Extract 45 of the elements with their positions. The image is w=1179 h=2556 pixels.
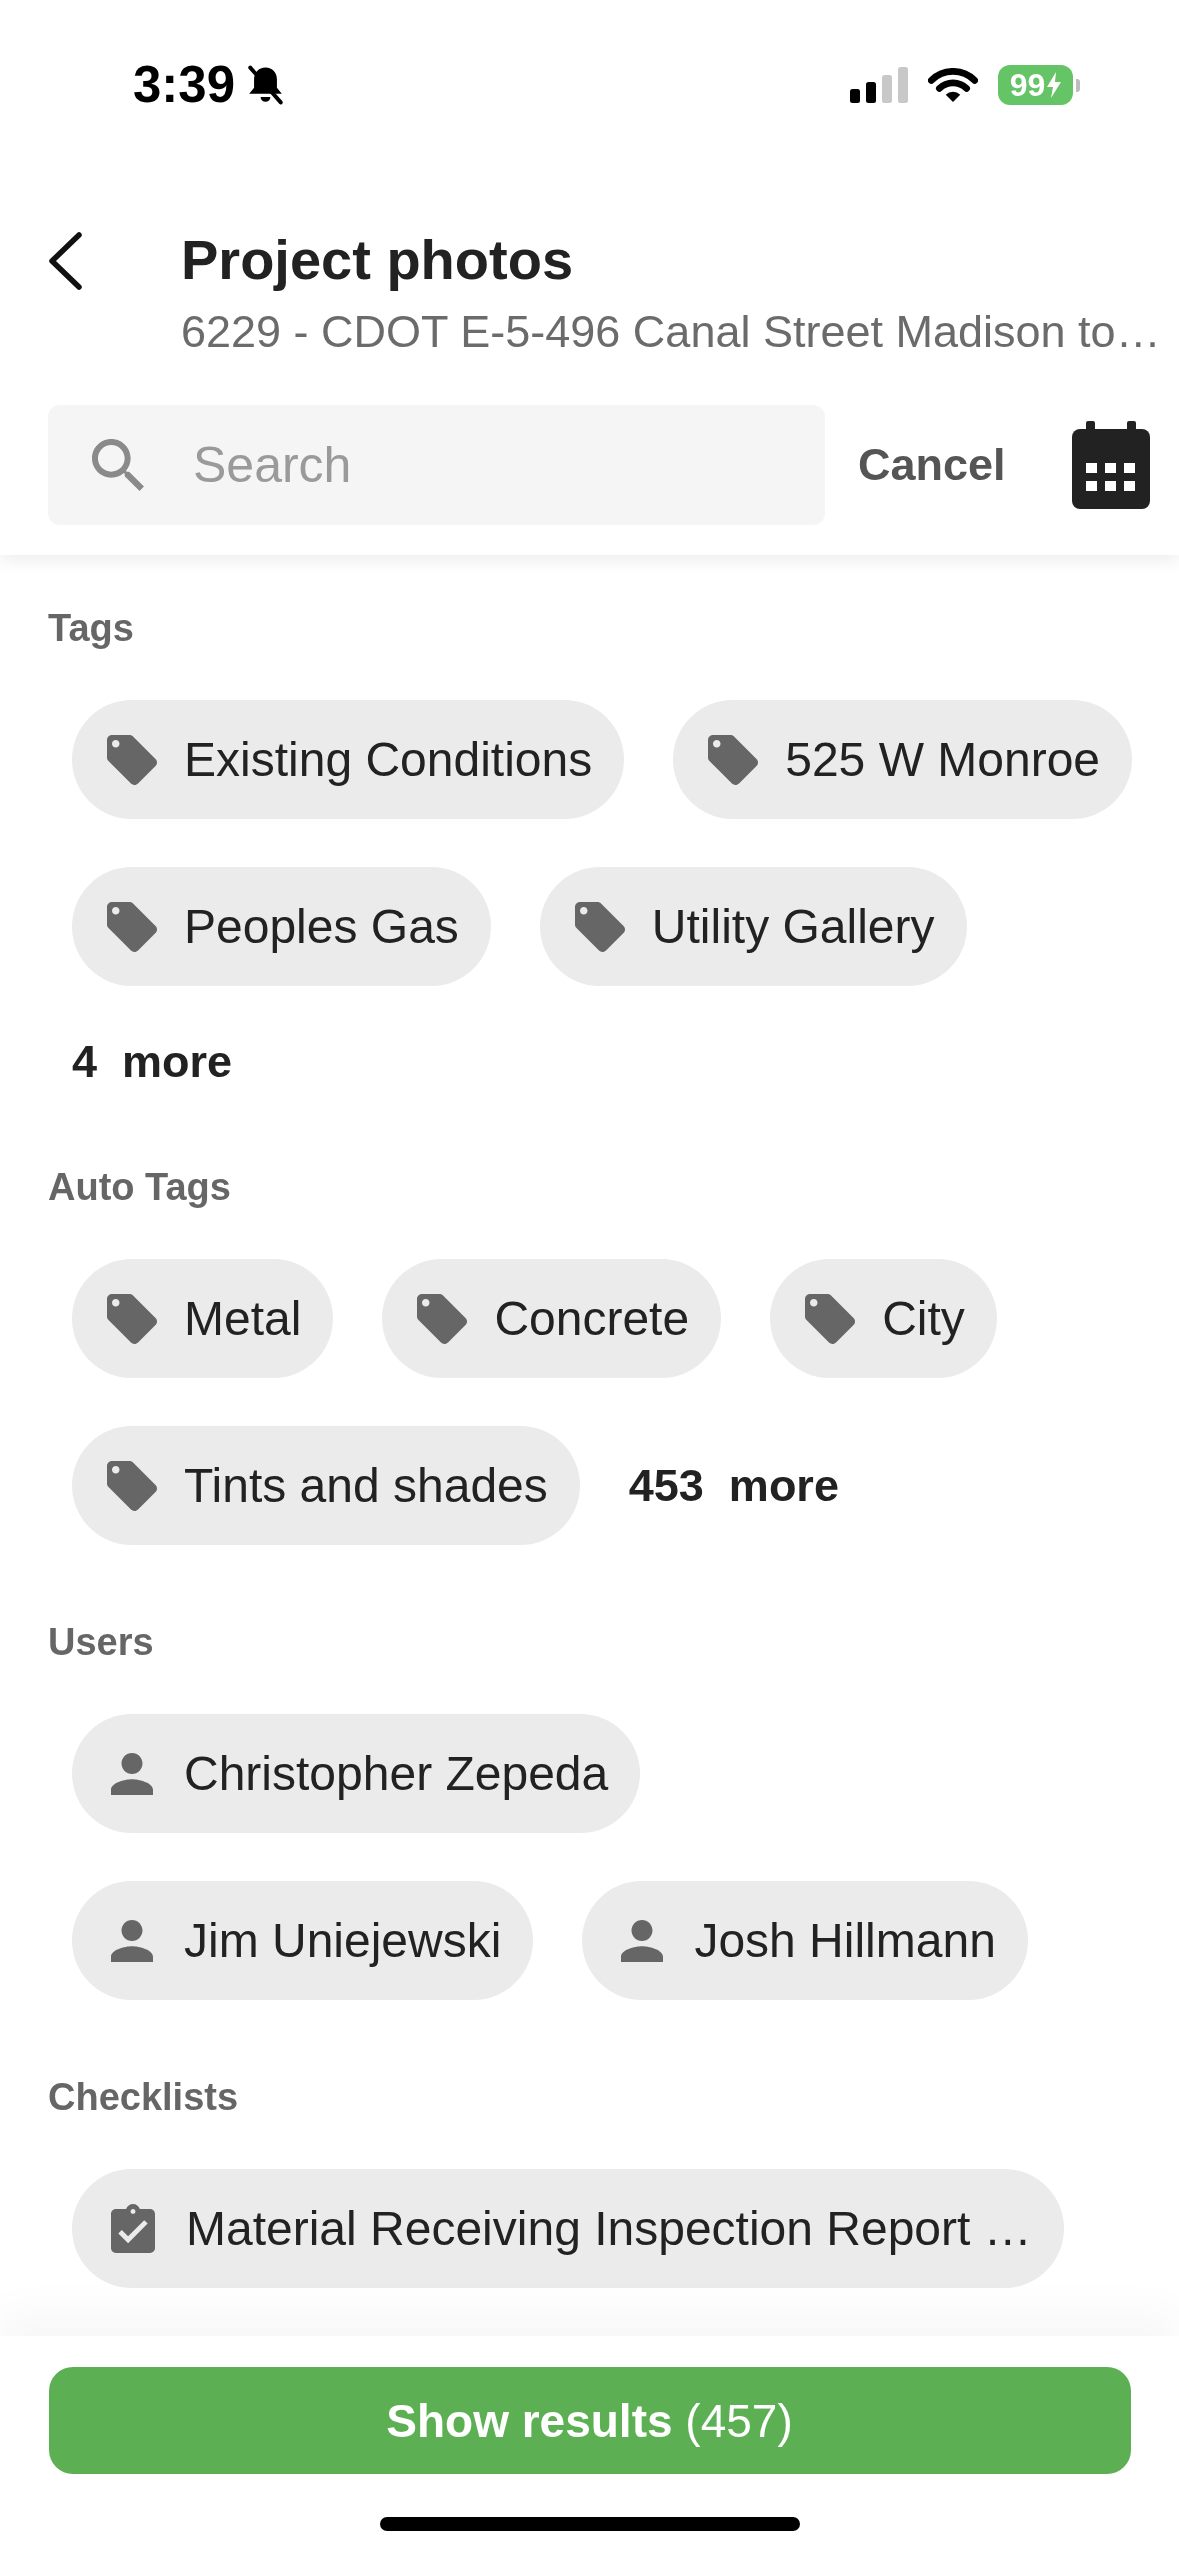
page-title: Project photos (181, 227, 575, 293)
tag-icon (107, 901, 157, 952)
tag-chip[interactable]: Concrete (382, 1259, 722, 1378)
user-chip[interactable]: Christopher Zepeda (72, 1714, 641, 1833)
person-icon (111, 1919, 153, 1962)
tag-chip[interactable]: Peoples Gas (72, 867, 491, 986)
user-chip[interactable]: Jim Uniejewski (72, 1881, 534, 2000)
back-button[interactable] (48, 232, 82, 290)
chevron-left-icon (48, 232, 82, 290)
section-label: Users (48, 1620, 155, 1665)
bell-slash-icon (247, 65, 285, 105)
tag-chip[interactable]: City (770, 1259, 997, 1378)
section-label: Tags (48, 606, 135, 651)
cancel-button[interactable]: Cancel (858, 437, 1006, 493)
tag-icon (107, 734, 157, 785)
calendar-button[interactable] (1071, 421, 1150, 509)
more-link[interactable]: 453 more (628, 1457, 839, 1514)
section-label: Checklists (48, 2075, 240, 2120)
clipboard-check-icon (111, 2204, 155, 2253)
tag-icon (574, 901, 625, 952)
tag-icon (805, 1293, 856, 1344)
tag-chip[interactable]: 525 W Monroe (673, 700, 1133, 819)
more-link[interactable]: 4 more (72, 1034, 233, 1090)
tag-chip[interactable]: Existing Conditions (72, 700, 625, 819)
person-icon (111, 1752, 153, 1795)
tag-icon (107, 1460, 157, 1511)
tag-chip[interactable]: Tints and shades (72, 1426, 580, 1545)
calendar-icon (1071, 421, 1150, 509)
person-icon (621, 1919, 664, 1962)
tag-chip[interactable]: Metal (72, 1259, 334, 1378)
checklist-chip[interactable]: Material Receiving Inspection Report … (72, 2169, 1064, 2288)
tag-icon (107, 1293, 157, 1344)
bolt-icon (1047, 72, 1062, 98)
search-field[interactable]: Search (48, 405, 825, 525)
user-chip[interactable]: Josh Hillmann (582, 1881, 1028, 2000)
tag-icon (708, 734, 759, 785)
search-icon (92, 439, 144, 491)
signal-icon (850, 67, 908, 103)
project-subtitle: 6229 - CDOT E-5-496 Canal Street Madison to… (181, 307, 1161, 357)
tag-icon (417, 1293, 468, 1344)
battery-percentage: 99 (1009, 67, 1046, 103)
tag-chip[interactable]: Utility Gallery (539, 867, 967, 986)
status-time: 3:39 (133, 55, 236, 115)
wifi-icon (928, 68, 978, 102)
section-label: Auto Tags (48, 1165, 232, 1210)
